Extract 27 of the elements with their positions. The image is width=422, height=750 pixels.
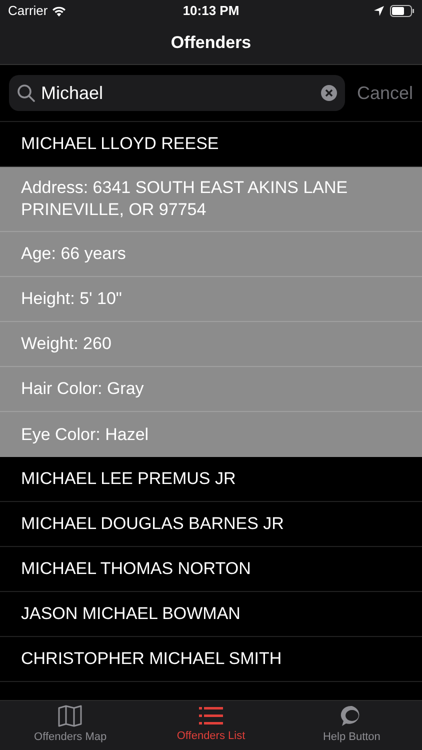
detail-text: Age: 66 years (21, 243, 126, 265)
offender-name[interactable]: MICHAEL DOUGLAS BARNES JR (21, 511, 284, 537)
offender-name[interactable]: MICHAEL LEE PREMUS JR (21, 466, 236, 492)
location-arrow-icon (374, 6, 384, 16)
tab-button[interactable]: Help Button (281, 701, 422, 750)
detail-text: Eye Color: Hazel (21, 424, 149, 446)
detail-text: Height: 5' 10" (21, 288, 122, 310)
search-field[interactable]: Michael (9, 75, 345, 111)
cancel-button[interactable]: Cancel (356, 80, 413, 106)
search-icon (17, 84, 35, 102)
offender-name[interactable]: CHRISTOPHER MICHAEL SMITH (21, 646, 282, 672)
list-icon (199, 706, 223, 726)
map-icon (58, 705, 82, 728)
detail-text: Hair Color: Gray (21, 378, 144, 400)
tab-button[interactable]: Offenders Map (0, 701, 141, 750)
detail-text: Weight: 260 (21, 333, 112, 355)
offender-name[interactable]: MICHAEL THOMAS NORTON (21, 556, 251, 582)
tab-button[interactable]: Offenders List (140, 701, 282, 750)
carrier-label: Carrier (8, 2, 48, 20)
wifi-icon (52, 6, 66, 16)
status-time: 10:13 PM (182, 2, 240, 20)
offender-name[interactable]: MICHAEL LLOYD REESE (21, 131, 219, 157)
detail-text: Address: 6341 SOUTH EAST AKINS LANE PRINEVILLE, OR 97754 (21, 177, 349, 221)
clear-icon[interactable] (320, 85, 337, 101)
nav-title: Offenders (170, 32, 252, 54)
battery-icon (390, 5, 414, 17)
offender-name[interactable]: JASON MICHAEL BOWMAN (21, 601, 240, 627)
